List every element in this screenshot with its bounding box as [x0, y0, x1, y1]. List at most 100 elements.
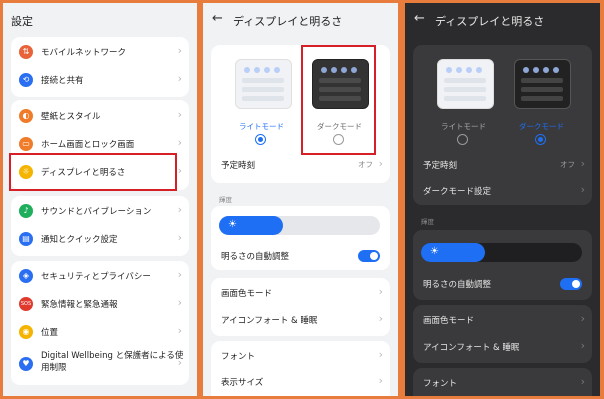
preview-bar	[242, 96, 284, 101]
schedule-value: オフ	[560, 160, 575, 169]
preview-dot	[543, 67, 549, 73]
chevron-right-icon: ›	[177, 203, 182, 216]
page-title: ディスプレイと明るさ	[435, 15, 545, 28]
light-mode-preview[interactable]	[235, 59, 292, 109]
brightness-section-label: 輝度	[219, 196, 232, 204]
settings-item-label: 緊急情報と緊急通報	[41, 300, 118, 310]
settings-item-label: モバイルネットワーク	[41, 48, 127, 58]
network-group: ⇅ モバイルネットワーク › ⟲ 接続と共有 ›	[11, 37, 189, 97]
preview-bar	[444, 87, 486, 92]
eye-comfort-row[interactable]: アイコンフォート & 睡眠 ›	[211, 306, 390, 334]
back-arrow-icon[interactable]: ←	[414, 11, 425, 26]
chevron-right-icon: ›	[580, 157, 585, 170]
brightness-slider[interactable]: ☀	[421, 243, 582, 262]
display-size-row[interactable]: 表示サイズ ›	[211, 368, 390, 396]
display-header: ← ディスプレイと明るさ	[203, 3, 398, 37]
font-row[interactable]: フォント ›	[413, 369, 592, 396]
light-mode-radio[interactable]	[255, 134, 266, 145]
font-card: フォント › 表示サイズ ›	[211, 341, 390, 396]
chevron-right-icon: ›	[580, 183, 585, 196]
display-header: ← ディスプレイと明るさ	[405, 3, 600, 37]
security-group: ◈ セキュリティとプライバシー › SOS 緊急情報と緊急通報 › ◉ 位置 ›…	[11, 261, 189, 385]
chevron-right-icon: ›	[580, 339, 585, 352]
highlight-box	[301, 45, 376, 155]
chevron-right-icon: ›	[177, 268, 182, 281]
color-card: 画面色モード › アイコンフォート & 睡眠 ›	[413, 305, 592, 363]
settings-item-label: 壁紙とスタイル	[41, 112, 101, 122]
chevron-right-icon: ›	[378, 157, 383, 170]
page-title: 設定	[11, 15, 33, 28]
preview-bar	[521, 78, 563, 83]
schedule-row[interactable]: 予定時刻 オフ ›	[211, 151, 390, 179]
chevron-right-icon: ›	[177, 356, 182, 369]
preview-bar	[444, 96, 486, 101]
preview-dot	[523, 67, 529, 73]
settings-item-sound[interactable]: ♪ サウンドとバイブレーション ›	[11, 197, 189, 225]
chevron-right-icon: ›	[378, 285, 383, 298]
settings-item-label: 接続と共有	[41, 76, 84, 86]
settings-item-wellbeing[interactable]: ♥ Digital Wellbeing と保護者による使用制限 ›	[11, 347, 189, 381]
settings-item-label: Digital Wellbeing と保護者による使用制限	[41, 351, 184, 373]
wellbeing-icon: ♥	[19, 357, 33, 371]
settings-item-connection[interactable]: ⟲ 接続と共有 ›	[11, 66, 189, 94]
light-mode-preview[interactable]	[437, 59, 494, 109]
settings-item-label: ホーム画面とロック画面	[41, 140, 135, 150]
settings-item-emergency[interactable]: SOS 緊急情報と緊急通報 ›	[11, 290, 189, 318]
font-label: フォント	[423, 379, 458, 389]
eye-comfort-label: アイコンフォート & 睡眠	[423, 343, 520, 353]
auto-brightness-row: 明るさの自動調整	[211, 242, 390, 270]
brightness-card: ☀ 明るさの自動調整	[413, 230, 592, 300]
chevron-right-icon: ›	[378, 312, 383, 325]
settings-item-security[interactable]: ◈ セキュリティとプライバシー ›	[11, 262, 189, 290]
font-card: フォント ›	[413, 368, 592, 396]
color-mode-row[interactable]: 画面色モード ›	[413, 306, 592, 334]
preview-bar	[521, 96, 563, 101]
dark-mode-settings-label: ダークモード設定	[423, 187, 492, 197]
eye-comfort-row[interactable]: アイコンフォート & 睡眠 ›	[413, 333, 592, 361]
font-row[interactable]: フォント ›	[211, 342, 390, 370]
home-screen-icon: ▭	[19, 137, 33, 151]
chevron-right-icon: ›	[177, 324, 182, 337]
settings-item-mobile-network[interactable]: ⇅ モバイルネットワーク ›	[11, 38, 189, 66]
color-mode-row[interactable]: 画面色モード ›	[211, 279, 390, 307]
brightness-card: ☀ 明るさの自動調整	[211, 206, 390, 270]
dark-mode-settings-row[interactable]: ダークモード設定 ›	[413, 177, 592, 205]
settings-item-location[interactable]: ◉ 位置 ›	[11, 318, 189, 346]
link-icon: ⟲	[19, 73, 33, 87]
preview-bar	[444, 78, 486, 83]
auto-brightness-label: 明るさの自動調整	[221, 252, 290, 262]
settings-item-wallpaper[interactable]: ◐ 壁紙とスタイル ›	[11, 102, 189, 130]
light-mode-label: ライトモード	[441, 122, 486, 131]
display-panel-light: ← ディスプレイと明るさ ライトモード ダークモード 予定時刻 オフ › 輝度 …	[203, 3, 398, 396]
settings-panel: 設定 ⇅ モバイルネットワーク › ⟲ 接続と共有 › ◐ 壁紙とスタイル › …	[3, 3, 197, 396]
chevron-right-icon: ›	[177, 136, 182, 149]
light-mode-label: ライトモード	[239, 122, 284, 131]
highlight-box	[9, 153, 177, 191]
preview-bar	[242, 87, 284, 92]
chevron-right-icon: ›	[378, 348, 383, 361]
light-mode-radio[interactable]	[457, 134, 468, 145]
preview-dot	[254, 67, 260, 73]
dark-mode-radio[interactable]	[535, 134, 546, 145]
schedule-label: 予定時刻	[423, 161, 458, 171]
chevron-right-icon: ›	[177, 296, 182, 309]
dark-mode-preview[interactable]	[514, 59, 571, 109]
schedule-row[interactable]: 予定時刻 オフ ›	[413, 151, 592, 179]
preview-dot	[244, 67, 250, 73]
schedule-value: オフ	[358, 160, 373, 169]
auto-brightness-toggle[interactable]	[560, 278, 582, 290]
preview-bar	[521, 87, 563, 92]
settings-item-label: セキュリティとプライバシー	[41, 272, 151, 282]
auto-brightness-row: 明るさの自動調整	[413, 270, 592, 298]
back-arrow-icon[interactable]: ←	[212, 11, 223, 26]
brightness-slider[interactable]: ☀	[219, 216, 380, 235]
theme-card: ライトモード ダークモード 予定時刻 オフ › ダークモード設定 ›	[413, 45, 592, 205]
settings-header: 設定	[3, 3, 197, 37]
display-panel-dark: ← ディスプレイと明るさ ライトモード ダークモード 予定時刻 オフ › ダーク…	[405, 3, 600, 396]
settings-item-notifications[interactable]: ▤ 通知とクイック設定 ›	[11, 225, 189, 253]
auto-brightness-toggle[interactable]	[358, 250, 380, 262]
preview-dot	[476, 67, 482, 73]
font-label: フォント	[221, 352, 256, 362]
auto-brightness-label: 明るさの自動調整	[423, 280, 492, 290]
chevron-right-icon: ›	[177, 72, 182, 85]
